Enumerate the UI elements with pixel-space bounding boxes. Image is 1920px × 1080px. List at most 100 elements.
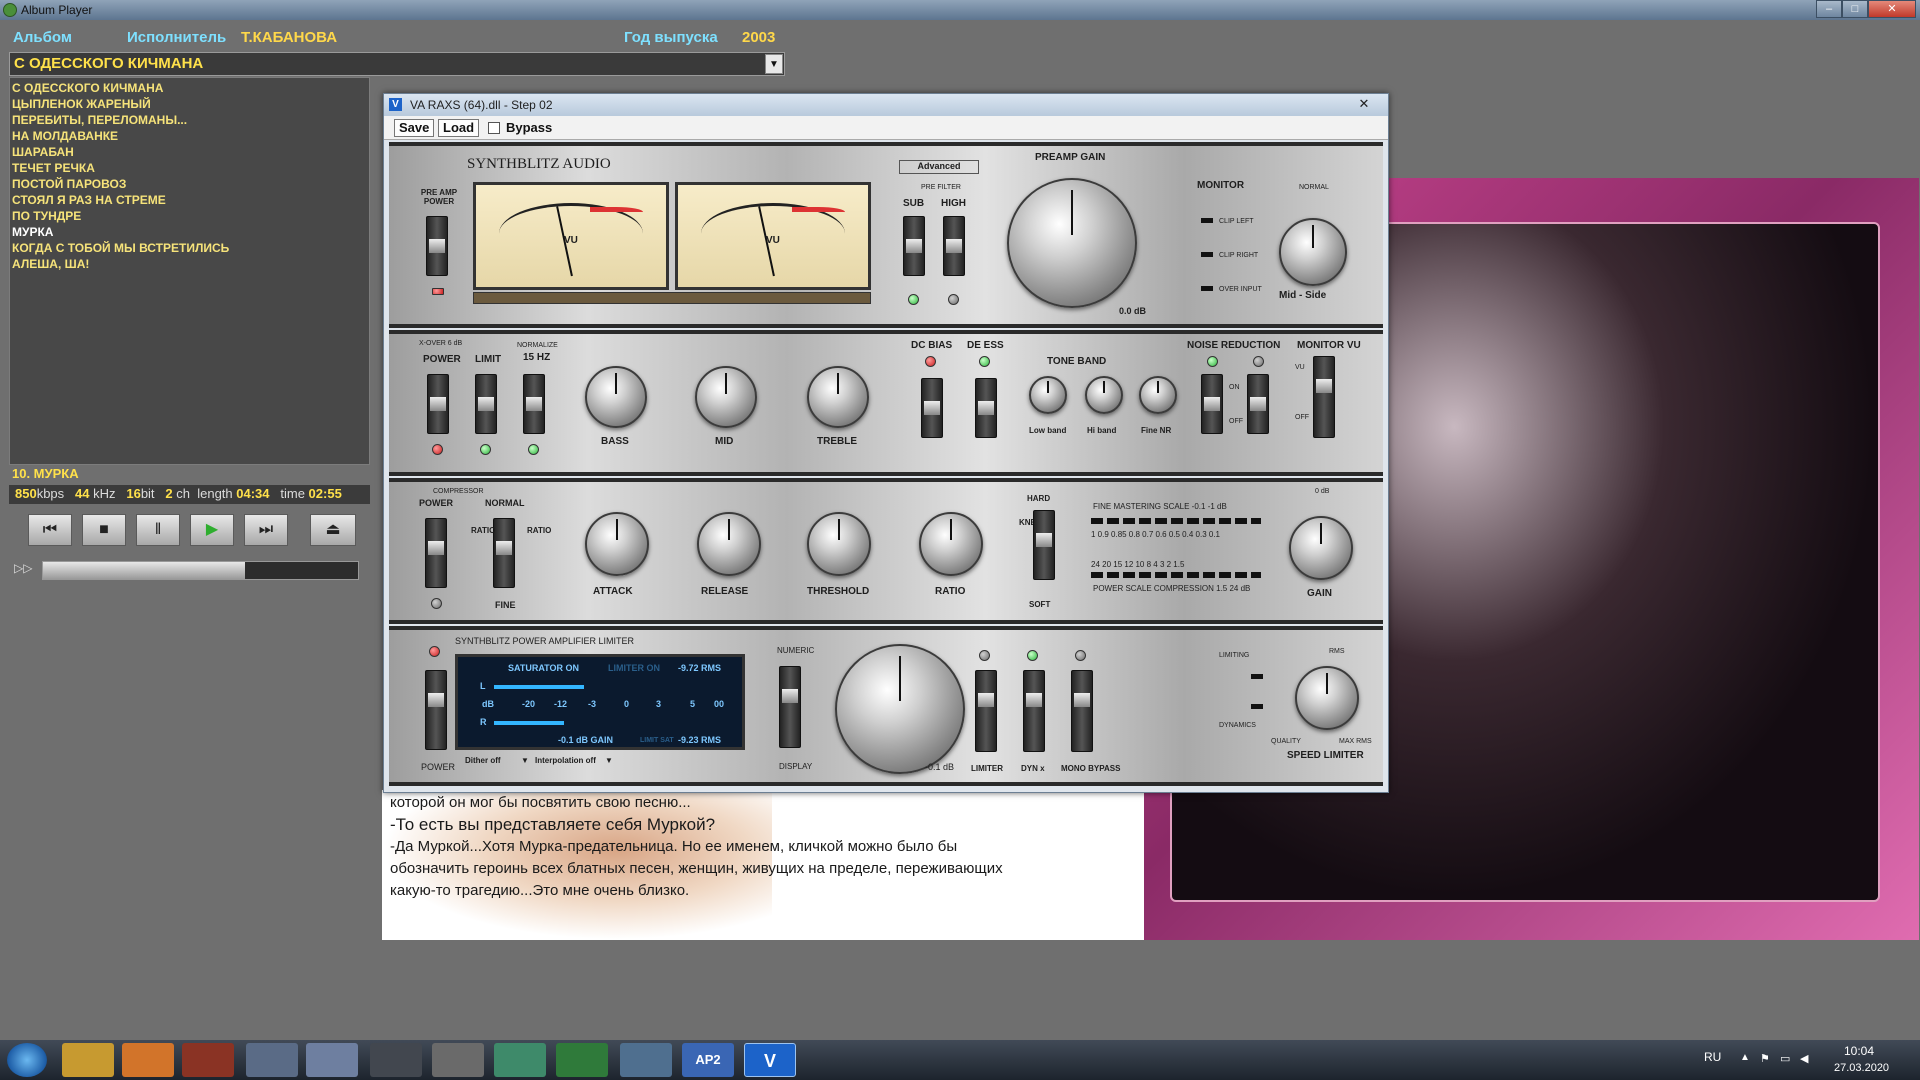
ratio-knob[interactable]	[919, 512, 983, 576]
next-button[interactable]: ⏭	[244, 514, 288, 546]
attack-knob[interactable]	[585, 512, 649, 576]
plugin-window: V VA RAXS (64).dll - Step 02 ✕ Save Load…	[383, 93, 1389, 793]
compressor-label: COMPRESSOR	[433, 488, 484, 495]
spiral-icon[interactable]	[556, 1043, 608, 1077]
monitor-knob[interactable]	[1279, 218, 1347, 286]
clock-date[interactable]: 27.03.2020	[1834, 1062, 1889, 1074]
mono-bypass-switch[interactable]	[1071, 670, 1093, 752]
limiter-power-switch[interactable]	[425, 670, 447, 750]
folder-icon[interactable]	[62, 1043, 114, 1077]
ap2-icon[interactable]: AP2	[682, 1043, 734, 1077]
de-ess-switch[interactable]	[975, 378, 997, 438]
list-item[interactable]: ЦЫПЛЕНОК ЖАРЕНЫЙ	[12, 96, 367, 112]
limiter-gain-knob[interactable]	[835, 644, 965, 774]
dither-select[interactable]: Dither off	[465, 756, 501, 765]
list-item[interactable]: ТЕЧЕТ РЕЧКА	[12, 160, 367, 176]
dc-bias-switch[interactable]	[921, 378, 943, 438]
vu-meter-right: VU	[675, 182, 871, 290]
list-item[interactable]: ШАРАБАН	[12, 144, 367, 160]
treble-knob[interactable]	[807, 366, 869, 428]
chevron-up-icon[interactable]: ▲	[1740, 1052, 1750, 1063]
list-item-current[interactable]: МУРКА	[12, 224, 367, 240]
nr-switch-b[interactable]	[1201, 374, 1223, 434]
limiter-switch[interactable]	[975, 670, 997, 752]
dyn-switch[interactable]	[1023, 670, 1045, 752]
normalize-switch[interactable]	[523, 374, 545, 434]
load-button[interactable]: Load	[438, 119, 480, 137]
low-band-knob[interactable]	[1029, 376, 1067, 414]
speed-limiter-knob[interactable]	[1295, 666, 1359, 730]
eq-power-switch[interactable]	[427, 374, 449, 434]
release-knob[interactable]	[697, 512, 761, 576]
list-item[interactable]: ПОСТОЙ ПАРОВОЗ	[12, 176, 367, 192]
limit-switch[interactable]	[475, 374, 497, 434]
previous-button[interactable]: ⏮	[28, 514, 72, 546]
vu-red-zone	[590, 207, 644, 217]
computer-icon[interactable]	[246, 1043, 298, 1077]
start-button[interactable]	[7, 1043, 47, 1077]
fast-forward-icon[interactable]: ▷▷	[14, 561, 32, 575]
track-list[interactable]: С ОДЕССКОГО КИЧМАНА ЦЫПЛЕНОК ЖАРЕНЫЙ ПЕР…	[9, 77, 370, 465]
network-icon[interactable]: ▭	[1780, 1052, 1790, 1065]
max-rms-label: MAX RMS	[1339, 738, 1372, 745]
play-button[interactable]: ▶	[190, 514, 234, 546]
mid-side-label: Mid - Side	[1279, 290, 1327, 301]
monitor-vu-switch[interactable]	[1313, 356, 1335, 438]
preamp-gain-knob[interactable]	[1007, 178, 1137, 308]
eject-button[interactable]: ⏏	[310, 514, 356, 546]
nr-switch-c[interactable]	[1247, 374, 1269, 434]
media-icon[interactable]	[122, 1043, 174, 1077]
threshold-knob[interactable]	[807, 512, 871, 576]
speed-limiter-label: SPEED LIMITER	[1287, 750, 1364, 761]
firefox-icon[interactable]	[182, 1043, 234, 1077]
v-icon[interactable]: V	[744, 1043, 796, 1077]
stop-button[interactable]: ■	[82, 514, 126, 546]
dither-chevron-icon[interactable]: ▼	[521, 756, 529, 765]
display-switch[interactable]	[779, 666, 801, 748]
document-icon[interactable]	[306, 1043, 358, 1077]
chevron-down-icon[interactable]: ▼	[765, 54, 783, 74]
clock-time[interactable]: 10:04	[1844, 1044, 1874, 1058]
paint-icon[interactable]	[432, 1043, 484, 1077]
plugin-close-button[interactable]: ✕	[1346, 96, 1382, 113]
vu-label: VU	[766, 235, 780, 246]
time-label: time	[280, 486, 305, 501]
sub-switch[interactable]	[903, 216, 925, 276]
bypass-checkbox[interactable]	[488, 122, 500, 134]
globe-icon[interactable]	[494, 1043, 546, 1077]
bass-knob[interactable]	[585, 366, 647, 428]
fine-nr-knob[interactable]	[1139, 376, 1177, 414]
high-switch[interactable]	[943, 216, 965, 276]
list-item[interactable]: НА МОЛДАВАНКЕ	[12, 128, 367, 144]
knee-switch[interactable]	[1033, 510, 1055, 580]
list-item[interactable]: АЛЕША, ША!	[12, 256, 367, 272]
flag-icon[interactable]: ⚑	[1760, 1052, 1770, 1065]
interpolation-chevron-icon[interactable]: ▼	[605, 756, 613, 765]
fox-icon[interactable]	[370, 1043, 422, 1077]
list-item[interactable]: С ОДЕССКОГО КИЧМАНА	[12, 80, 367, 96]
comp-power-switch[interactable]	[425, 518, 447, 588]
preamp-gain-label: PREAMP GAIN	[1035, 152, 1106, 163]
close-button[interactable]: ✕	[1868, 0, 1916, 18]
comp-gain-knob[interactable]	[1289, 516, 1353, 580]
language-indicator[interactable]: RU	[1704, 1050, 1721, 1064]
list-item[interactable]: СТОЯЛ Я РАЗ НА СТРЕМЕ	[12, 192, 367, 208]
save-button[interactable]: Save	[394, 119, 435, 137]
booklet-text: которой он мог бы посвятить свою песню..…	[390, 792, 1010, 902]
list-item[interactable]: ПО ТУНДРЕ	[12, 208, 367, 224]
monitor-icon[interactable]	[620, 1043, 672, 1077]
maximize-button[interactable]: □	[1842, 0, 1868, 18]
volume-icon[interactable]: ◀	[1800, 1052, 1808, 1065]
mid-knob[interactable]	[695, 366, 757, 428]
preamp-power-switch[interactable]	[426, 216, 448, 276]
hi-band-knob[interactable]	[1085, 376, 1123, 414]
seek-bar[interactable]	[42, 561, 359, 580]
advanced-button[interactable]: Advanced	[899, 160, 979, 174]
interpolation-select[interactable]: Interpolation off	[535, 756, 596, 765]
list-item[interactable]: ПЕРЕБИТЫ, ПЕРЕЛОМАНЫ...	[12, 112, 367, 128]
ratio-switch[interactable]	[493, 518, 515, 588]
album-select[interactable]: С ОДЕССКОГО КИЧМАНА ▼	[9, 52, 785, 76]
pause-button[interactable]: ‖	[136, 514, 180, 546]
list-item[interactable]: КОГДА С ТОБОЙ МЫ ВСТРЕТИЛИСЬ	[12, 240, 367, 256]
minimize-button[interactable]: –	[1816, 0, 1842, 18]
